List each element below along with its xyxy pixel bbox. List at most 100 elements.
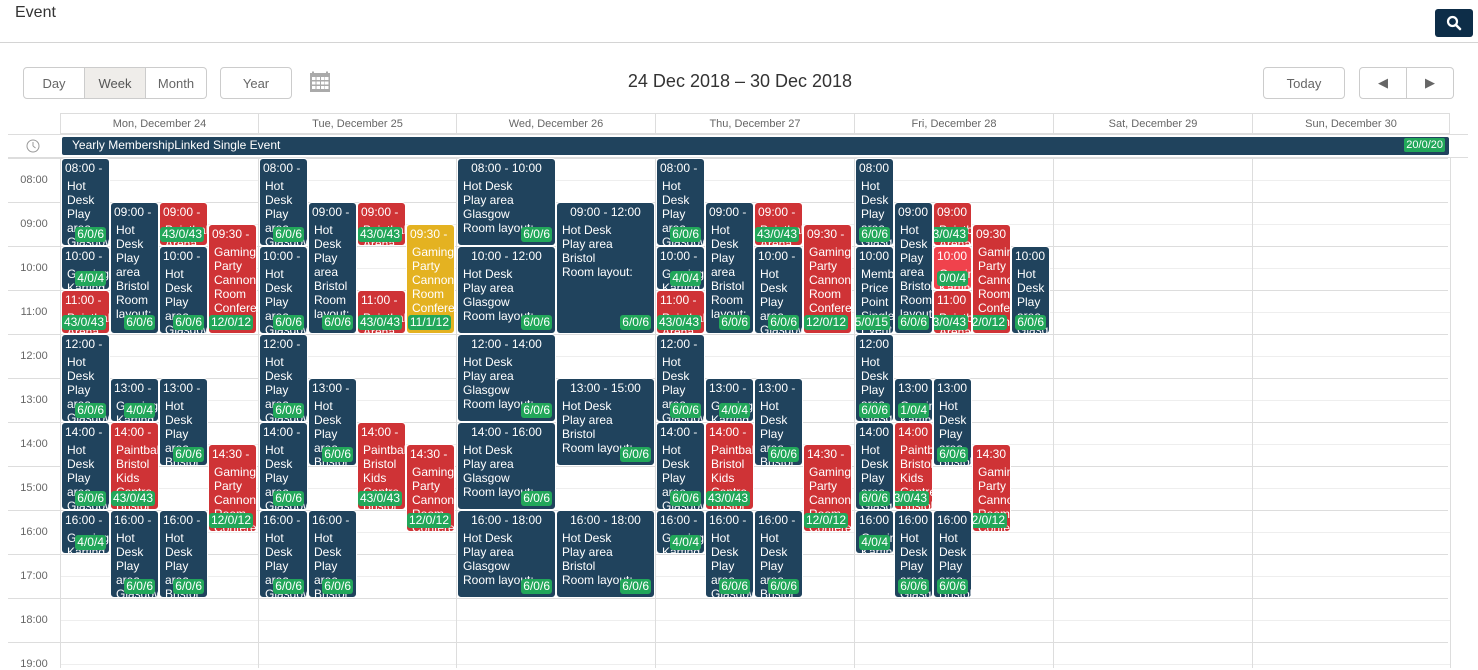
event-time: 16:00 - — [709, 513, 747, 527]
calendar-event[interactable]: 14:30 -Gaming Party Cannon Room Conferen… — [208, 444, 257, 532]
calendar-event[interactable]: 10:00 -Hot Desk Play area Glasgow6/0/6 — [754, 246, 803, 334]
hour-label: 16:00 — [20, 526, 48, 538]
calendar-event[interactable]: 16:00 -Hot Desk Play area Bristol6/0/6 — [308, 510, 357, 598]
capacity-badge: 43/0/43 — [358, 227, 402, 242]
calendar-event[interactable]: 16:00 -Gaming Karting4/0/4 — [61, 510, 110, 554]
calendar-event[interactable]: 13:00 -Hot Desk Play area Bristol6/0/6 — [754, 378, 803, 466]
calendar-event[interactable]: 12:00 -Hot Desk Play area Glasgow6/0/6 — [656, 334, 705, 422]
calendar-event[interactable]: 09:00 - 12:00 Hot Desk Play area Bristol … — [556, 202, 655, 334]
calendar-event[interactable]: 10:00 - 12:00 Hot Desk Play area Glasgow … — [457, 246, 556, 334]
capacity-badge: 1/0/4 — [898, 403, 929, 418]
calendar-event[interactable]: 16:00 -Gaming Karting4/0/4 — [656, 510, 705, 554]
calendar-event[interactable]: 13:00 -Hot Desk Play area Bristol6/0/6 — [159, 378, 208, 466]
calendar-event[interactable]: 09:00 Hot Desk Play area Bristol Room lay… — [894, 202, 933, 334]
calendar-event[interactable]: 13:00Gaming Karting1/0/4 — [894, 378, 933, 422]
event-time: 12:00 - — [65, 337, 103, 351]
calendar-event[interactable]: 10:00Hot Desk Play area Glasgow6/0/6 — [1011, 246, 1050, 334]
calendar-event[interactable]: 09:00 -Paintball Arena43/0/43 — [357, 202, 406, 246]
calendar-event[interactable]: 12:00Hot Desk Play area Glasgow6/0/6 — [855, 334, 894, 422]
calendar-event[interactable]: 16:00 - 18:00 Hot Desk Play area Bristol … — [556, 510, 655, 598]
event-time: 10:00 - — [163, 249, 201, 263]
all-day-event[interactable]: Yearly MembershipLinked Single Event 20/… — [62, 137, 1449, 155]
calendar-event[interactable]: 14:00 - 16:00 Hot Desk Play area Glasgow … — [457, 422, 556, 510]
calendar-event[interactable]: 09:30 -Gaming Party Cannon Room Conferen… — [406, 224, 455, 334]
calendar-event[interactable]: 09:30 -Gaming Party Cannon Room Conferen… — [208, 224, 257, 334]
calendar-event[interactable]: 14:00 -Hot Desk Play area Glasgow6/0/6 — [259, 422, 308, 510]
calendar-event[interactable]: 08:00 -Hot Desk Play area Glasgow6/0/6 — [61, 158, 110, 246]
calendar-event[interactable]: 10:00Membership Price Point Single Event… — [855, 246, 894, 334]
view-week-button[interactable]: Week — [85, 67, 146, 99]
calendar-event[interactable]: 12:00 - 14:00 Hot Desk Play area Glasgow … — [457, 334, 556, 422]
calendar-event[interactable]: 09:00 -Paintball Arena43/0/43 — [159, 202, 208, 246]
calendar-event[interactable]: 14:00 -Hot Desk Play area Glasgow6/0/6 — [656, 422, 705, 510]
calendar-event[interactable]: 14:00 -Paintball Bristol Kids Centre Bri… — [357, 422, 406, 510]
day-header: Thu, December 27 — [655, 113, 854, 134]
calendar-event[interactable]: 14:00Paintball Bristol Kids Centre Brist… — [894, 422, 933, 510]
hour-gridline — [8, 598, 1448, 599]
calendar-event[interactable]: 10:00 -Gaming Karting4/0/4 — [61, 246, 110, 290]
next-week-button[interactable]: ▶ — [1407, 67, 1454, 99]
calendar-event[interactable]: 10:00 -Hot Desk Play area Glasgow6/0/6 — [159, 246, 208, 334]
capacity-badge: 4/0/4 — [75, 535, 106, 550]
view-month-button[interactable]: Month — [146, 67, 207, 99]
capacity-badge: 43/0/43 — [755, 227, 799, 242]
calendar-event[interactable]: 14:30Gaming Party Cannon Room Conference… — [972, 444, 1011, 532]
view-day-button[interactable]: Day — [23, 67, 85, 99]
calendar-event[interactable]: 09:00Paintball Arena43/0/43 — [933, 202, 972, 246]
calendar-event[interactable]: 09:30 -Gaming Party Cannon Room Conferen… — [803, 224, 852, 334]
calendar-event[interactable]: 12:00 -Hot Desk Play area Glasgow6/0/6 — [61, 334, 110, 422]
calendar-event[interactable]: 16:00 -Hot Desk Play area Bristol6/0/6 — [754, 510, 803, 598]
calendar-event[interactable]: 11:00Paintball Arena43/0/43 — [933, 290, 972, 334]
calendar-event[interactable]: 16:00 - 18:00 Hot Desk Play area Glasgow … — [457, 510, 556, 598]
calendar-event[interactable]: 13:00Hot Desk Play area Bristol6/0/6 — [933, 378, 972, 466]
search-button[interactable] — [1435, 9, 1473, 37]
view-year-button[interactable]: Year — [220, 67, 292, 99]
calendar-event[interactable]: 16:00 -Hot Desk Play area Bristol6/0/6 — [159, 510, 208, 598]
calendar-event[interactable]: 08:00Hot Desk Play area Glasgow6/0/6 — [855, 158, 894, 246]
event-time: 08:00 - — [660, 161, 698, 175]
capacity-badge: 6/0/6 — [173, 579, 204, 594]
today-button[interactable]: Today — [1263, 67, 1345, 99]
caret-right-icon: ▶ — [1425, 75, 1435, 90]
event-time: 13:00 - — [758, 381, 796, 395]
calendar-event[interactable]: 12:00 -Hot Desk Play area Glasgow6/0/6 — [259, 334, 308, 422]
calendar-event[interactable]: 14:00Hot Desk Play area Glasgow6/0/6 — [855, 422, 894, 510]
calendar-event[interactable]: 13:00 - 15:00 Hot Desk Play area Bristol … — [556, 378, 655, 466]
calendar-event[interactable]: 14:30 -Gaming Party Cannon Room Conferen… — [406, 444, 455, 532]
calendar-event[interactable]: 09:00 - Hot Desk Play area Bristol Room l… — [705, 202, 754, 334]
calendar-event[interactable]: 09:00 - Hot Desk Play area Bristol Room l… — [110, 202, 159, 334]
calendar-event[interactable]: 10:00 -Hot Desk Play area Glasgow6/0/6 — [259, 246, 308, 334]
calendar-event[interactable]: 13:00 -Hot Desk Play area Bristol6/0/6 — [308, 378, 357, 466]
calendar-event[interactable]: 16:00 -Hot Desk Play area Glasgow6/0/6 — [259, 510, 308, 598]
calendar-event[interactable]: 16:00 -Hot Desk Play area Glasgow6/0/6 — [110, 510, 159, 598]
capacity-badge: 43/0/43 — [895, 491, 929, 506]
event-time: 09:00 — [898, 205, 929, 219]
calendar-event[interactable]: 16:00Hot Desk Play area Glasgow6/0/6 — [894, 510, 933, 598]
calendar-icon[interactable] — [309, 71, 331, 93]
calendar-event[interactable]: 16:00 -Hot Desk Play area Glasgow6/0/6 — [705, 510, 754, 598]
hour-label: 15:00 — [20, 482, 48, 494]
calendar-event[interactable]: 08:00 -Hot Desk Play area Glasgow6/0/6 — [656, 158, 705, 246]
capacity-badge: 6/0/6 — [75, 491, 106, 506]
prev-week-button[interactable]: ◀ — [1359, 67, 1407, 99]
calendar-event[interactable]: 14:30 -Gaming Party Cannon Room Conferen… — [803, 444, 852, 532]
calendar-event[interactable]: 16:00Hot Desk Play area Bristol6/0/6 — [933, 510, 972, 598]
calendar-event[interactable]: 10:00 -Gaming Karting4/0/4 — [656, 246, 705, 290]
calendar-event[interactable]: 13:00 -Gaming Karting4/0/4 — [110, 378, 159, 422]
calendar-event[interactable]: 11:00 -Paintball Arena43/0/43 — [61, 290, 110, 334]
calendar-event[interactable]: 14:00 -Hot Desk Play area Glasgow6/0/6 — [61, 422, 110, 510]
calendar-event[interactable]: 09:00 -Paintball Arena43/0/43 — [754, 202, 803, 246]
calendar-event[interactable]: 13:00 -Gaming Karting4/0/4 — [705, 378, 754, 422]
calendar-event[interactable]: 08:00 - 10:00 Hot Desk Play area Glasgow … — [457, 158, 556, 246]
capacity-badge: 15/0/15 — [856, 315, 890, 330]
calendar-event[interactable]: 14:00 -Paintball Bristol Kids Centre Bri… — [705, 422, 754, 510]
calendar-event[interactable]: 09:30Gaming Party Cannon Room Conference… — [972, 224, 1011, 334]
calendar-event[interactable]: 08:00 -Hot Desk Play area Glasgow6/0/6 — [259, 158, 308, 246]
calendar-event[interactable]: 10:00Gaming Karting0/0/4 — [933, 246, 972, 290]
calendar-event[interactable]: 11:00 -Paintball Arena43/0/43 — [656, 290, 705, 334]
calendar-event[interactable]: 11:00 -Paintball Arena43/0/43 — [357, 290, 406, 334]
calendar-event[interactable]: 16:00Gaming Karting4/0/4 — [855, 510, 894, 554]
calendar-event[interactable]: 09:00 - Hot Desk Play area Bristol Room l… — [308, 202, 357, 334]
capacity-badge: 4/0/4 — [670, 535, 701, 550]
calendar-event[interactable]: 14:00 -Paintball Bristol Kids Centre Bri… — [110, 422, 159, 510]
